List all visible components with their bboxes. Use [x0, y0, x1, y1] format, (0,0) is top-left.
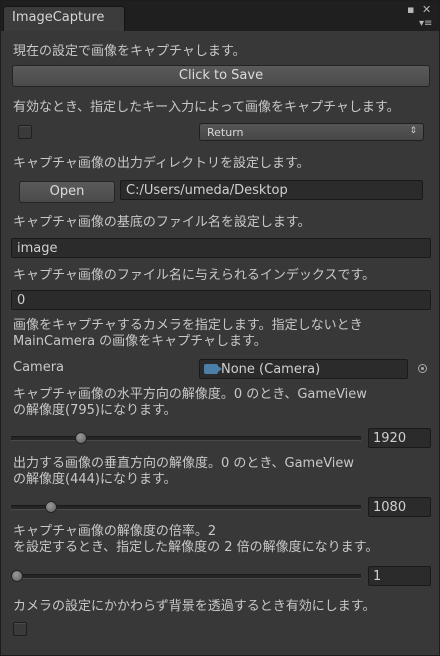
- camera-description: 画像をキャプチャするカメラを指定します。指定しないとき MainCamera の…: [13, 318, 363, 350]
- scale-value-field[interactable]: 1: [368, 566, 431, 586]
- file-name-description: キャプチャ画像の基底のファイル名を設定します。: [13, 215, 311, 230]
- camera-icon: [204, 364, 222, 374]
- output-path-field[interactable]: C:/Users/umeda/Desktop: [120, 180, 423, 200]
- height-description-line1: 出力する画像の垂直方向の解像度。0 のとき、GameView: [13, 456, 355, 471]
- open-folder-button[interactable]: Open: [19, 181, 115, 203]
- tab-bar: ImageCapture ▪ ✕ ▾≡: [1, 1, 439, 31]
- hotkey-description: 有効なとき、指定したキー入力によって画像をキャプチャします。: [13, 100, 400, 115]
- transparent-checkbox[interactable]: [13, 622, 27, 636]
- width-description: キャプチャ画像の水平方向の解像度。0 のとき、GameView の解像度(795…: [13, 387, 367, 419]
- close-icon[interactable]: ✕: [422, 4, 431, 15]
- height-description: 出力する画像の垂直方向の解像度。0 のとき、GameView の解像度(444)…: [13, 456, 354, 488]
- scale-description: キャプチャ画像の解像度の倍率。2 を設定するとき、指定した解像度の 2 倍の解像…: [13, 524, 378, 556]
- index-description: キャプチャ画像のファイル名に与えられるインデックスです。: [13, 268, 376, 283]
- height-description-line2: の解像度(444)になります。: [13, 472, 177, 487]
- transparent-description: カメラの設定にかかわらず背景を透過するとき有効にします。: [13, 599, 376, 614]
- scale-description-line2: を設定するとき、指定した解像度の 2 倍の解像度になります。: [13, 540, 379, 555]
- scale-description-line1: キャプチャ画像の解像度の倍率。2: [13, 524, 217, 539]
- camera-label: Camera: [13, 360, 65, 375]
- image-capture-window: ImageCapture ▪ ✕ ▾≡ 現在の設定で画像をキャプチャします。 C…: [0, 0, 440, 656]
- capture-description: 現在の設定で画像をキャプチャします。: [13, 44, 246, 59]
- dropdown-arrows-icon: ⇕: [409, 126, 417, 136]
- file-name-input[interactable]: image: [11, 238, 431, 258]
- height-slider-thumb[interactable]: [44, 501, 57, 513]
- camera-description-line2: MainCamera の画像をキャプチャします。: [13, 334, 267, 349]
- width-slider-thumb[interactable]: [75, 432, 88, 444]
- scale-slider-track[interactable]: [11, 574, 361, 579]
- width-slider-track[interactable]: [11, 436, 361, 441]
- camera-object-field[interactable]: None (Camera): [199, 359, 408, 379]
- object-picker-icon[interactable]: [418, 364, 427, 373]
- output-dir-description: キャプチャ画像の出力ディレクトリを設定します。: [13, 156, 310, 171]
- maximize-icon[interactable]: ▪: [407, 4, 414, 15]
- width-value-field[interactable]: 1920: [368, 428, 431, 448]
- hotkey-key-dropdown[interactable]: Return ⇕: [199, 123, 424, 141]
- scale-slider-thumb[interactable]: [11, 570, 23, 582]
- tab-image-capture[interactable]: ImageCapture: [3, 6, 125, 31]
- hotkey-enabled-checkbox[interactable]: [18, 125, 32, 139]
- hotkey-key-value: Return: [207, 126, 244, 139]
- menu-icon[interactable]: ▾≡: [419, 18, 432, 29]
- height-slider-track[interactable]: [11, 505, 361, 510]
- camera-value: None (Camera): [221, 362, 321, 377]
- click-to-save-button[interactable]: Click to Save: [12, 65, 430, 87]
- width-description-line2: の解像度(795)になります。: [13, 403, 177, 418]
- index-input[interactable]: 0: [11, 290, 431, 310]
- height-value-field[interactable]: 1080: [368, 497, 431, 517]
- camera-description-line1: 画像をキャプチャするカメラを指定します。指定しないとき: [13, 318, 363, 333]
- width-description-line1: キャプチャ画像の水平方向の解像度。0 のとき、GameView: [13, 387, 367, 402]
